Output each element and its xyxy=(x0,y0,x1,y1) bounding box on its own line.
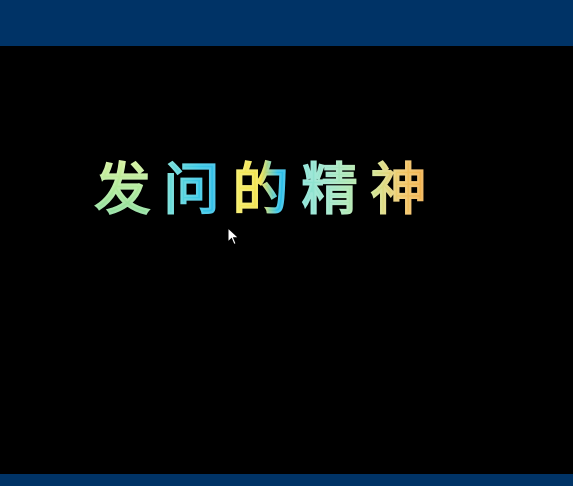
top-frame-bar xyxy=(0,0,573,46)
title-char-2: 问 xyxy=(157,157,226,225)
presentation-window: 发 问 的 精 神 xyxy=(0,0,573,486)
slide-title: 发 问 的 精 神 xyxy=(88,155,508,227)
title-char-4: 精 xyxy=(295,157,364,225)
bottom-frame-bar xyxy=(0,474,573,486)
title-char-1: 发 xyxy=(88,157,157,225)
slide-canvas[interactable] xyxy=(0,46,573,474)
title-char-3: 的 xyxy=(226,157,295,225)
title-char-5: 神 xyxy=(364,157,433,225)
mouse-pointer-icon xyxy=(227,226,241,247)
